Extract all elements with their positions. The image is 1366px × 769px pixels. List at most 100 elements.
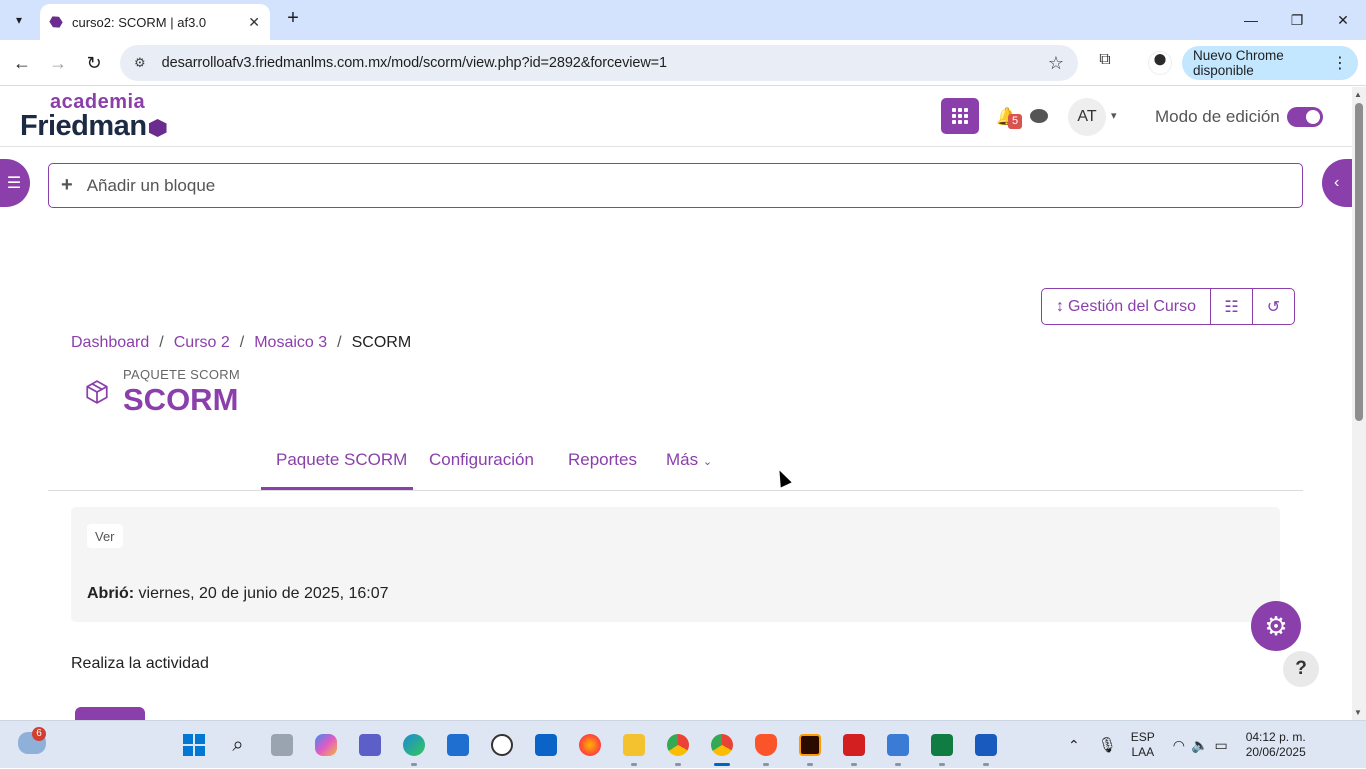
minimize-icon[interactable]: — <box>1228 0 1274 40</box>
logo-hexagon-icon <box>148 119 167 137</box>
user-avatar[interactable]: AT <box>1068 98 1106 136</box>
acrobat-icon[interactable] <box>836 729 872 766</box>
opened-value: viernes, 20 de junio de 2025, 16:07 <box>134 585 389 602</box>
opened-date: Abrió: viernes, 20 de junio de 2025, 16:… <box>87 585 389 603</box>
copilot-icon[interactable] <box>308 729 344 761</box>
windows-taskbar: 6 ⌕ ⌃ 🎙 ESP LAA ◠ 🔈 ▭ 04:12 p. m. 20/06/… <box>0 720 1366 768</box>
list-icon: ☷ <box>1224 298 1239 316</box>
bookmark-star-icon[interactable]: ☆ <box>1048 53 1064 74</box>
breadcrumb-mosaico[interactable]: Mosaico 3 <box>254 334 327 352</box>
file-explorer-icon[interactable] <box>616 729 652 766</box>
edge-icon[interactable] <box>396 729 432 766</box>
dell-icon[interactable] <box>484 729 520 761</box>
tab-configuracion[interactable]: Configuración <box>429 450 534 470</box>
show-hidden-icons-chevron-icon[interactable]: ⌃ <box>1068 737 1080 754</box>
logo-top-text: academia <box>50 91 146 113</box>
brave-icon[interactable] <box>748 729 784 766</box>
tab-reportes[interactable]: Reportes <box>568 450 637 470</box>
window-controls: — ❐ ✕ <box>1228 0 1366 40</box>
history-icon: ↺ <box>1266 298 1281 316</box>
block-drawer-button[interactable]: ‹ <box>1322 159 1352 207</box>
firefox-icon[interactable] <box>572 729 608 761</box>
taskbar-apps: ⌕ <box>176 729 1004 766</box>
browser-tab[interactable]: curso2: SCORM | af3.0 ✕ <box>40 4 270 40</box>
chrome-update-button[interactable]: Nuevo Chrome disponible ⋮ <box>1182 46 1358 80</box>
module-type-label: PAQUETE SCORM <box>123 367 241 382</box>
close-window-icon[interactable]: ✕ <box>1320 0 1366 40</box>
course-overview-button[interactable]: ☷ <box>1210 288 1253 325</box>
page-scrollbar[interactable]: ▲ ▼ <box>1352 87 1366 720</box>
close-tab-icon[interactable]: ✕ <box>248 14 260 31</box>
store-icon[interactable] <box>440 729 476 761</box>
breadcrumb-current: SCORM <box>351 334 412 351</box>
new-tab-button[interactable]: + <box>282 8 304 30</box>
course-index-drawer-button[interactable]: ☰ <box>0 159 30 207</box>
activity-dates-box: Ver Abrió: viernes, 20 de junio de 2025,… <box>71 507 1280 622</box>
extensions-icon[interactable]: ⧉ <box>1094 51 1116 73</box>
input-language[interactable]: ESP LAA <box>1131 730 1155 760</box>
language-code: ESP <box>1130 730 1155 744</box>
site-info-icon[interactable]: ⚙ <box>134 55 146 71</box>
back-icon[interactable]: ← <box>10 51 34 75</box>
enter-activity-button[interactable] <box>75 707 145 720</box>
restore-icon[interactable]: ❐ <box>1274 0 1320 40</box>
breadcrumb-curso[interactable]: Curso 2 <box>174 334 230 352</box>
gear-icon[interactable]: ⚙ <box>1251 601 1301 651</box>
plus-icon: + <box>61 174 73 196</box>
tab-mas[interactable]: Más ⌄ <box>666 450 712 470</box>
task-view-icon[interactable] <box>264 729 300 761</box>
notification-count-badge: 5 <box>1008 114 1022 129</box>
breadcrumb-dashboard[interactable]: Dashboard <box>71 334 149 352</box>
chrome-icon[interactable] <box>704 729 740 766</box>
url-text[interactable]: desarrolloafv3.friedmanlms.com.mx/mod/sc… <box>162 55 1048 71</box>
volume-icon[interactable]: 🔈 <box>1191 737 1208 754</box>
start-button[interactable] <box>176 729 212 761</box>
help-question-icon[interactable]: ? <box>1283 651 1319 687</box>
excel-icon[interactable] <box>924 729 960 766</box>
activity-instructions: Realiza la actividad <box>71 655 209 672</box>
logo-main-text: Friedman <box>20 110 147 142</box>
edit-mode-label: Modo de edición <box>1155 107 1280 126</box>
system-tray: ⌃ 🎙 ESP LAA ◠ 🔈 ▭ 04:12 p. m. 20/06/2025 <box>1068 721 1306 769</box>
profile-avatar[interactable] <box>1148 51 1172 75</box>
vertical-arrows-icon: ↕ <box>1055 297 1064 315</box>
tab-mas-label: Más <box>666 450 699 469</box>
history-button[interactable]: ↺ <box>1252 288 1295 325</box>
opened-label: Abrió: <box>87 585 135 602</box>
reload-icon[interactable]: ↻ <box>82 51 106 75</box>
update-label: Nuevo Chrome disponible <box>1193 48 1284 78</box>
user-menu-chevron-icon[interactable]: ▾ <box>1111 109 1117 122</box>
battery-icon[interactable]: ▭ <box>1214 737 1227 754</box>
tab-paquete-scorm[interactable]: Paquete SCORM <box>276 450 407 470</box>
word-icon[interactable] <box>968 729 1004 766</box>
wifi-icon[interactable]: ◠ <box>1173 737 1185 754</box>
menu-dots-icon[interactable]: ⋮ <box>1332 53 1348 73</box>
widget-badge: 6 <box>32 727 46 741</box>
address-bar[interactable]: ⚙ desarrolloafv3.friedmanlms.com.mx/mod/… <box>120 45 1078 81</box>
tab-search-chevron-icon[interactable]: ▾ <box>6 8 32 32</box>
add-block-label: Añadir un bloque <box>86 175 216 195</box>
chrome-profile-icon[interactable] <box>660 729 696 766</box>
messages-chat-icon[interactable] <box>1030 109 1048 123</box>
course-management-button[interactable]: ↕ Gestión del Curso <box>1041 288 1211 325</box>
browser-toolbar: ← → ↻ ⚙ desarrolloafv3.friedmanlms.com.m… <box>0 40 1366 86</box>
site-favicon-icon <box>48 14 64 30</box>
scroll-up-icon[interactable]: ▲ <box>1354 90 1362 99</box>
illustrator-icon[interactable] <box>792 729 828 766</box>
teams-icon[interactable] <box>352 729 388 761</box>
apps-grid-button[interactable] <box>941 98 979 134</box>
add-block-button[interactable]: + Añadir un bloque <box>48 163 1303 208</box>
secondary-navigation: Paquete SCORM Configuración Reportes Más… <box>48 439 1303 491</box>
search-icon[interactable]: ⌕ <box>220 729 256 761</box>
scroll-down-icon[interactable]: ▼ <box>1354 708 1362 717</box>
clock[interactable]: 04:12 p. m. 20/06/2025 <box>1246 730 1306 760</box>
active-tab-underline <box>261 487 413 490</box>
microphone-icon[interactable]: 🎙 <box>1098 736 1117 754</box>
forward-icon: → <box>49 52 67 73</box>
scroll-thumb[interactable] <box>1355 103 1363 421</box>
edit-mode-toggle[interactable] <box>1287 107 1323 127</box>
site-logo[interactable]: academia Friedman <box>20 91 167 142</box>
keyboard-layout: LAA <box>1131 745 1155 759</box>
mail-icon[interactable] <box>528 729 564 761</box>
notepad-icon[interactable] <box>880 729 916 766</box>
